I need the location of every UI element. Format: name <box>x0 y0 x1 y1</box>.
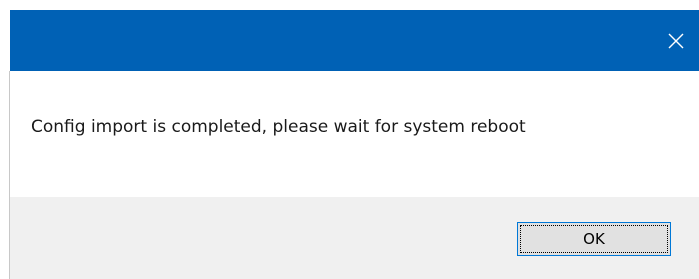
dialog-content: Config import is completed, please wait … <box>10 71 699 197</box>
ok-button[interactable]: OK <box>517 222 671 256</box>
window-left-border-line <box>9 71 10 279</box>
window-top-edge <box>0 0 699 10</box>
dialog-message: Config import is completed, please wait … <box>31 117 526 137</box>
close-button[interactable] <box>653 10 699 71</box>
ok-button-label: OK <box>520 225 668 253</box>
dialog-window: Config import is completed, please wait … <box>0 0 699 279</box>
close-icon <box>668 33 684 48</box>
title-bar <box>10 10 699 71</box>
dialog-footer: OK <box>10 197 699 279</box>
